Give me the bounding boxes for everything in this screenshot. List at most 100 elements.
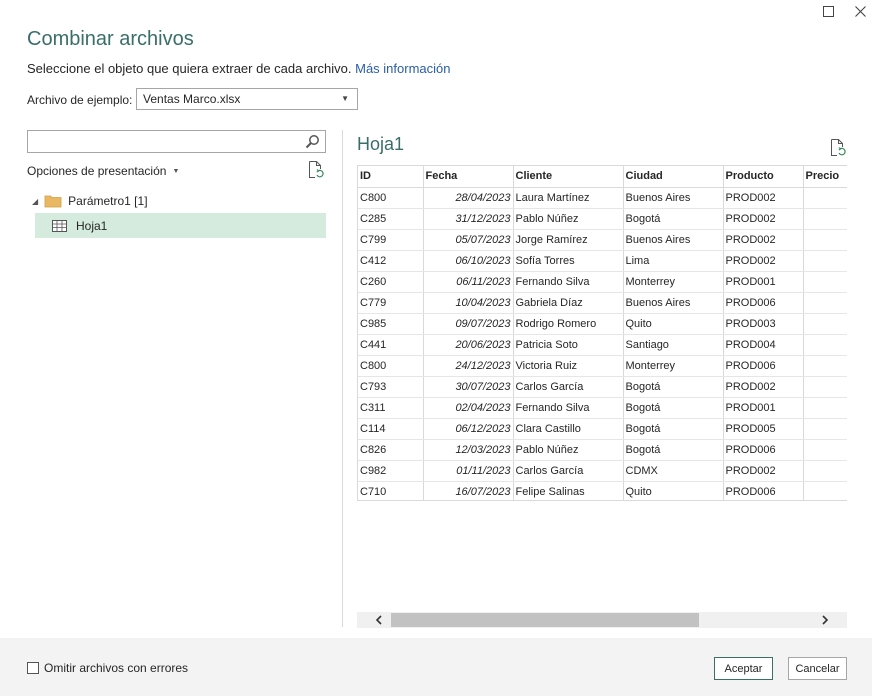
table-cell: C982 [358, 460, 424, 482]
dialog-subtitle: Seleccione el objeto que quiera extraer … [27, 61, 451, 76]
display-options-label: Opciones de presentación [27, 164, 167, 178]
maximize-button[interactable] [820, 3, 836, 19]
table-cell: 02/04/2023 [423, 397, 514, 419]
table-row: C114 06/12/2023 Clara Castillo Bogotá PROD00… [358, 418, 847, 440]
collapse-triangle-icon[interactable]: ◢ [32, 197, 38, 206]
table-cell: Buenos Aires [623, 292, 724, 314]
column-header[interactable]: Ciudad [623, 166, 724, 188]
column-header[interactable]: ID [358, 166, 424, 188]
more-info-link[interactable]: Más información [355, 61, 450, 76]
tree-node-parameter[interactable]: ◢ Parámetro1 [1] [32, 192, 148, 210]
table-cell: C799 [358, 229, 424, 251]
table-cell: PROD005 [723, 418, 804, 440]
table-cell: Bogotá [623, 397, 724, 419]
table-cell: PROD002 [723, 229, 804, 251]
table-cell: Fernando Silva [513, 397, 624, 419]
table-cell: PROD001 [723, 397, 804, 419]
table-cell: Carlos García [513, 460, 624, 482]
display-options-dropdown[interactable]: Opciones de presentación ▼ [27, 164, 179, 178]
table-cell: Bogotá [623, 439, 724, 461]
table-cell: 28/04/2023 [423, 187, 514, 209]
folder-icon [44, 195, 62, 208]
table-cell: Buenos Aires [623, 187, 724, 209]
table-cell: Bogotá [623, 418, 724, 440]
search-icon[interactable] [305, 134, 320, 152]
table-cell: PROD002 [723, 460, 804, 482]
column-header[interactable]: Fecha [423, 166, 514, 188]
tree-node-sheet[interactable]: Hoja1 [35, 213, 326, 238]
column-header[interactable]: Producto [723, 166, 804, 188]
table-cell: C800 [358, 355, 424, 377]
preview-title: Hoja1 [357, 134, 405, 154]
table-cell: C260 [358, 271, 424, 293]
table-row: C98201/11/2023Carlos GarcíaCDMXPROD00242 [358, 460, 847, 482]
table-cell: 14 [803, 397, 847, 419]
table-row: C710 16/07/2023 Felipe Salinas Quito PROD006… [358, 481, 847, 500]
close-icon [854, 5, 866, 17]
table-icon [52, 219, 67, 232]
cancel-button[interactable]: Cancelar [788, 657, 847, 680]
preview-table-container: ID Fecha Cliente Ciudad Producto Precio C800 2… [357, 165, 847, 501]
table-cell: 5 [803, 229, 847, 251]
ok-button[interactable]: Aceptar [714, 657, 773, 680]
refresh-button[interactable] [307, 160, 325, 182]
table-cell: 32 [803, 250, 847, 272]
subtitle-text: Seleccione el objeto que quiera extraer … [27, 61, 352, 76]
table-cell: 06/12/2023 [423, 418, 514, 440]
column-header[interactable]: Precio [803, 166, 847, 188]
column-header[interactable]: Cliente [513, 166, 624, 188]
preview-refresh-button[interactable] [829, 138, 847, 160]
dialog-title: Combinar archivos [27, 28, 194, 50]
table-cell: Carlos García [513, 376, 624, 398]
table-cell: PROD001 [723, 271, 804, 293]
table-cell: Pablo Núñez [513, 208, 624, 230]
table-cell: C800 [358, 187, 424, 209]
table-row: C799 05/07/2023 Jorge Ramírez Buenos Aires P… [358, 229, 847, 251]
skip-errors-checkbox[interactable] [27, 662, 39, 674]
table-cell: 19 [803, 292, 847, 314]
scroll-right-icon[interactable] [817, 612, 833, 628]
table-cell: C285 [358, 208, 424, 230]
refresh-document-icon [831, 139, 846, 156]
table-cell: C793 [358, 376, 424, 398]
table-cell: C985 [358, 313, 424, 335]
tree-node-sheet-label: Hoja1 [76, 218, 108, 233]
table-cell: PROD003 [723, 313, 804, 335]
table-row: C441 20/06/2023 Patricia Soto Santiago PROD0… [358, 334, 847, 356]
table-cell: PROD006 [723, 355, 804, 377]
scrollbar-thumb[interactable] [391, 613, 699, 627]
table-cell: 17 [803, 481, 847, 500]
table-cell: Bogotá [623, 208, 724, 230]
table-cell: 4 [803, 313, 847, 335]
table-row: C985 09/07/2023 Rodrigo Romero Quito PROD003… [358, 313, 847, 335]
maximize-icon [822, 5, 834, 17]
scroll-left-icon[interactable] [371, 612, 387, 628]
refresh-document-icon [309, 161, 324, 178]
table-cell: Felipe Salinas [513, 481, 624, 500]
table-row: C41206/10/2023Sofía TorresLimaPROD00232 [358, 250, 847, 272]
horizontal-scrollbar[interactable] [357, 612, 847, 628]
table-cell: 17 [803, 271, 847, 293]
table-row: C779 10/04/2023 Gabriela Díaz Buenos Aires P… [358, 292, 847, 314]
table-cell: PROD004 [723, 334, 804, 356]
table-header-row: ID Fecha Cliente Ciudad Producto Precio [358, 166, 847, 188]
example-file-select[interactable]: Ventas Marco.xlsx ▼ [136, 88, 358, 110]
table-cell: 05/07/2023 [423, 229, 514, 251]
table-cell: 46 [803, 355, 847, 377]
table-cell: Sofía Torres [513, 250, 624, 272]
close-button[interactable] [852, 3, 868, 19]
table-cell: Quito [623, 481, 724, 500]
example-file-value: Ventas Marco.xlsx [143, 92, 241, 106]
table-cell: Lima [623, 250, 724, 272]
table-body: C800 28/04/2023 Laura Martínez Buenos Aires… [358, 187, 847, 500]
table-cell: 24/12/2023 [423, 355, 514, 377]
table-cell: 01/11/2023 [423, 460, 514, 482]
table-cell: 4 [803, 439, 847, 461]
table-cell: C412 [358, 250, 424, 272]
search-input[interactable] [27, 130, 326, 153]
table-cell: C311 [358, 397, 424, 419]
table-row: C793 30/07/2023 Carlos García Bogotá PROD002… [358, 376, 847, 398]
table-cell: Victoria Ruiz [513, 355, 624, 377]
table-cell: 43 [803, 187, 847, 209]
table-cell: Patricia Soto [513, 334, 624, 356]
